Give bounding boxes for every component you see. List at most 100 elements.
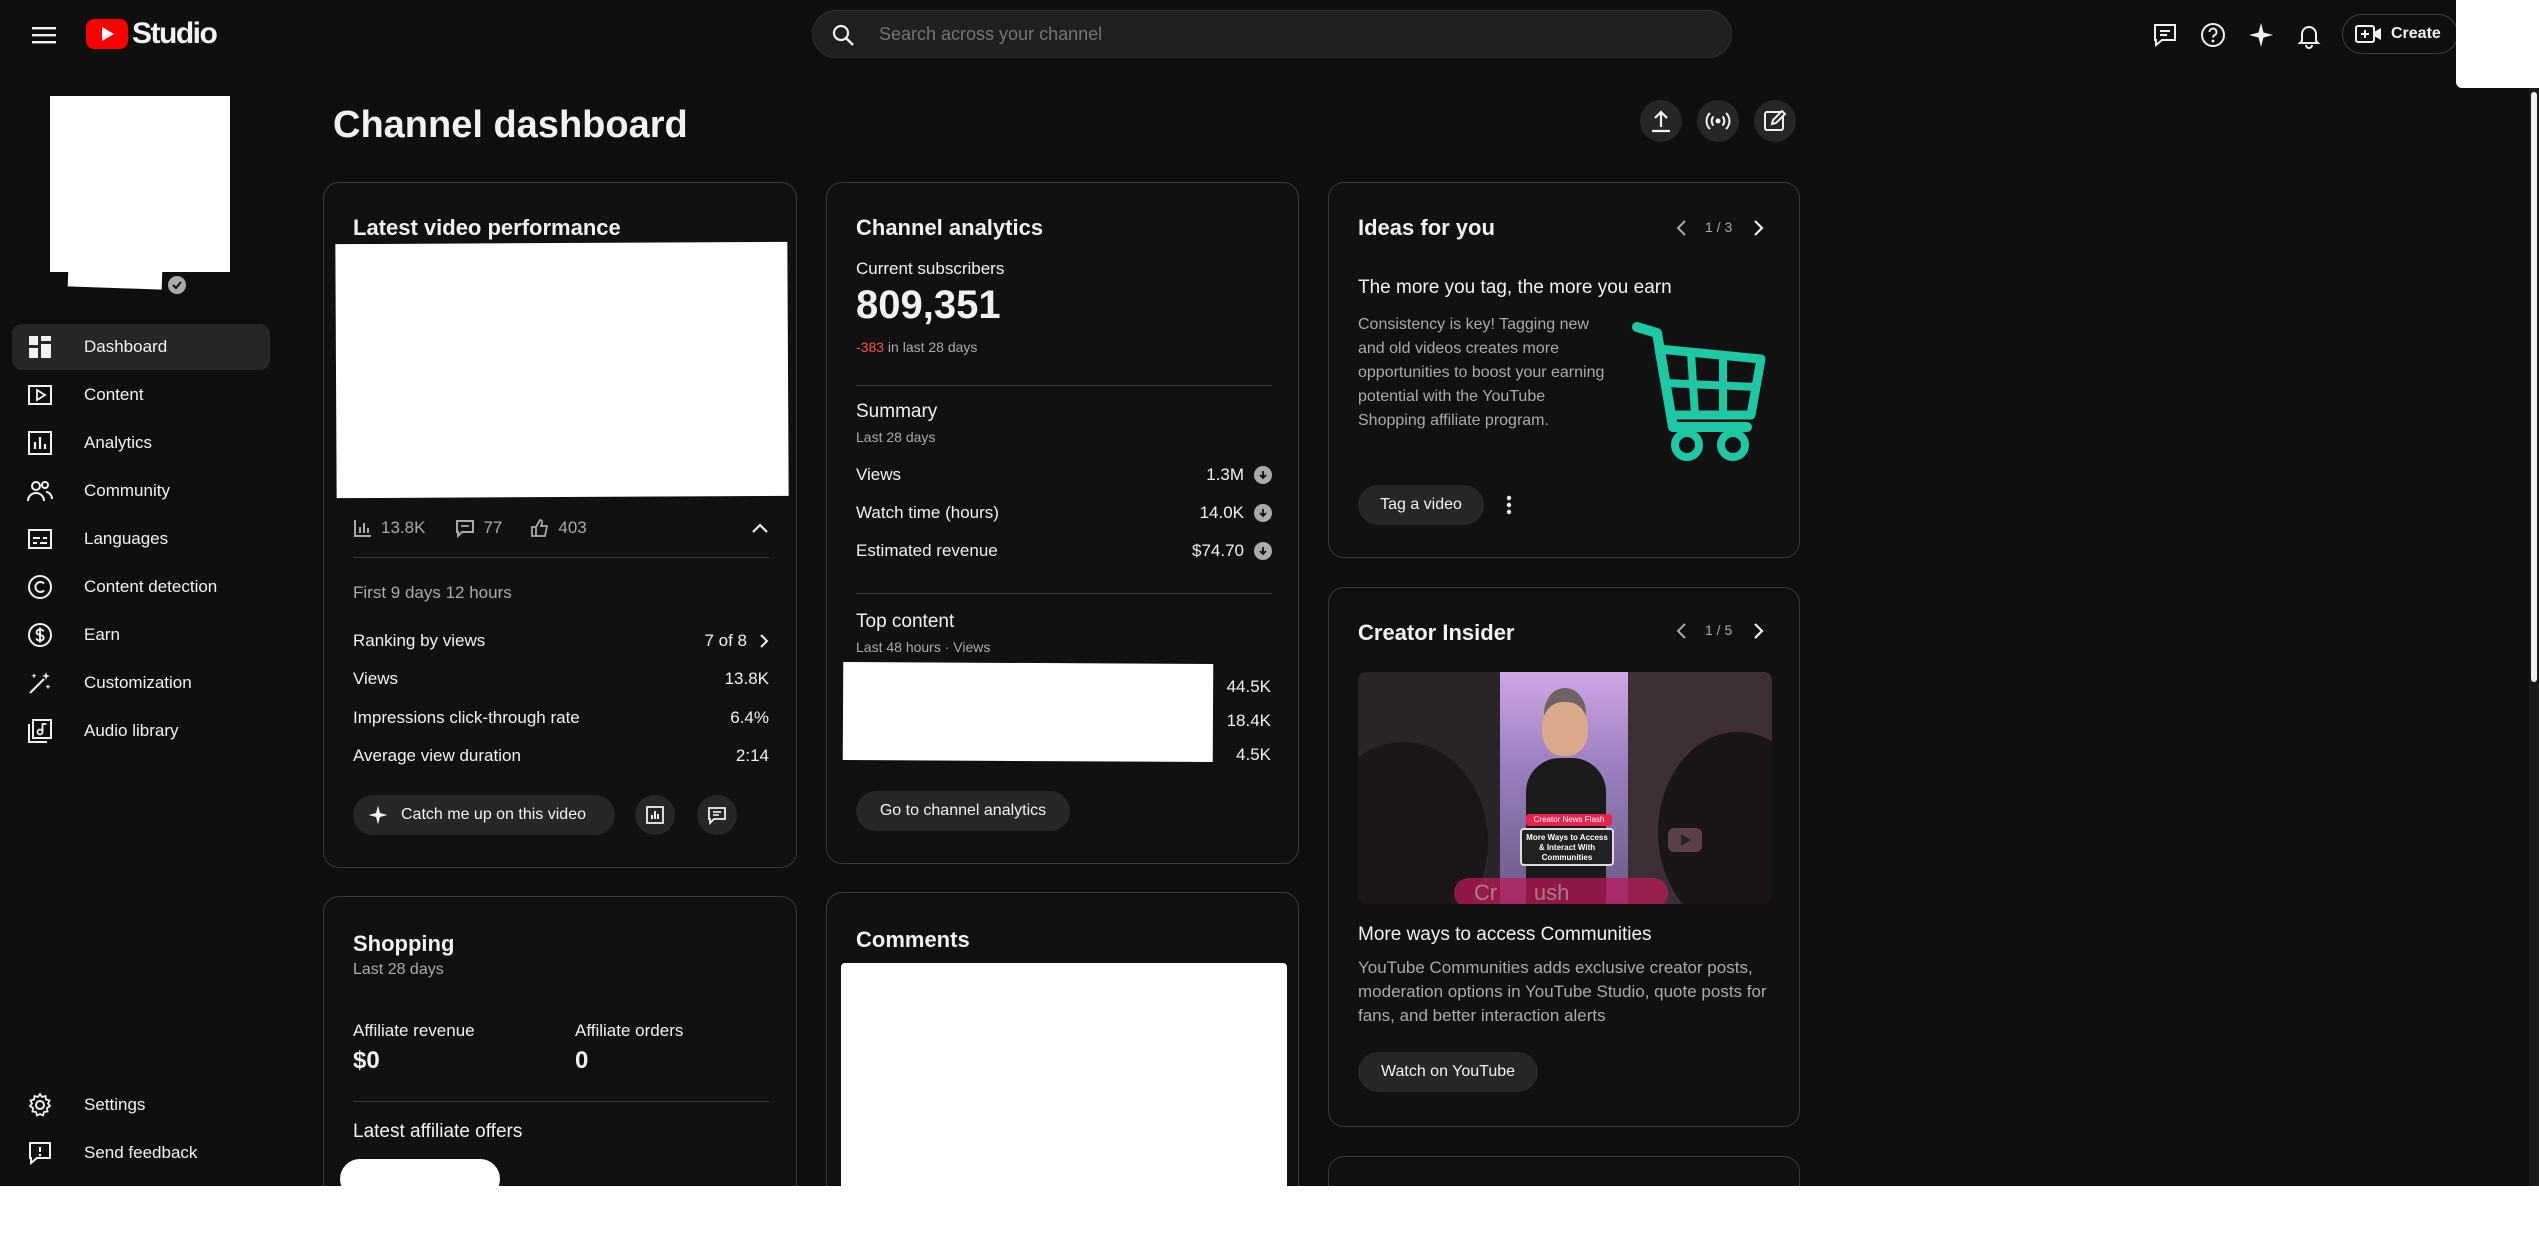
- comments-list[interactable]: [841, 963, 1287, 1186]
- sidebar-item-audio-library[interactable]: Audio library: [12, 708, 270, 754]
- scrollbar-thumb[interactable]: [2531, 92, 2537, 682]
- gear-icon: [28, 1092, 52, 1117]
- thumbnail-caption: More Ways to Access & Interact With Comm…: [1520, 828, 1614, 866]
- sidebar-item-earn[interactable]: Earn: [12, 612, 270, 658]
- channel-avatar[interactable]: [46, 94, 232, 298]
- chevron-up-icon[interactable]: [751, 522, 769, 534]
- chevron-right-icon[interactable]: [1753, 219, 1765, 237]
- insider-video-thumbnail[interactable]: Creator News Flash More Ways to Access &…: [1358, 672, 1772, 904]
- sparkle-icon[interactable]: [2244, 18, 2278, 52]
- next-card: [1328, 1156, 1800, 1186]
- chevron-right-icon: [760, 634, 769, 648]
- sidebar-item-settings[interactable]: Settings: [12, 1082, 270, 1128]
- feedback-messages-icon[interactable]: [2148, 18, 2182, 52]
- search-box[interactable]: [812, 10, 1732, 58]
- audio-library-icon: [28, 719, 52, 743]
- sidebar-item-customization[interactable]: Customization: [12, 660, 270, 706]
- views-value: 13.8K: [724, 669, 769, 688]
- youtube-logo-icon: [1668, 828, 1702, 852]
- sidebar-item-label: Analytics: [84, 433, 153, 452]
- magic-wand-icon: [29, 672, 51, 694]
- summary-views-row[interactable]: Views 1.3M: [856, 463, 1272, 487]
- subscribers-count: 809,351: [856, 283, 1001, 327]
- summary-title: Summary: [856, 401, 938, 422]
- chevron-right-icon[interactable]: [1753, 622, 1765, 640]
- account-avatar[interactable]: [2456, 0, 2539, 88]
- page-title: Channel dashboard: [333, 104, 688, 146]
- subscribers-change: -383 in last 28 days: [856, 339, 977, 355]
- search-input[interactable]: [879, 21, 1699, 47]
- affiliate-orders-label: Affiliate orders: [575, 1021, 684, 1040]
- top-content-thumbnails[interactable]: [842, 662, 1214, 762]
- video-period: First 9 days 12 hours: [353, 583, 512, 602]
- go-to-analytics-button[interactable]: Go to channel analytics: [856, 791, 1070, 831]
- video-thumbnail[interactable]: [335, 241, 789, 499]
- summary-watch-row[interactable]: Watch time (hours) 14.0K: [856, 501, 1272, 525]
- sidebar-item-community[interactable]: Community: [12, 468, 270, 514]
- chevron-left-icon[interactable]: [1675, 622, 1687, 640]
- subscribers-label: Current subscribers: [856, 259, 1005, 278]
- create-button[interactable]: Create: [2342, 14, 2458, 54]
- video-views-count: 13.8K: [381, 518, 426, 537]
- views-bar-chart-icon: [354, 520, 371, 537]
- languages-icon: [28, 529, 52, 549]
- creator-insider-card: Creator Insider 1 / 5 Creator News Flash…: [1328, 587, 1800, 1127]
- scrollbar-track[interactable]: [2529, 88, 2539, 1186]
- more-options-icon[interactable]: [1497, 489, 1521, 521]
- copyright-icon: [28, 575, 52, 599]
- subscribers-change-suffix: in last 28 days: [887, 339, 978, 355]
- live-broadcast-icon: [1705, 112, 1731, 130]
- watch-on-youtube-button[interactable]: Watch on YouTube: [1358, 1052, 1538, 1092]
- top-content-value-2: 18.4K: [1226, 711, 1271, 730]
- video-comments-button[interactable]: [697, 795, 737, 835]
- top-content-title: Top content: [856, 611, 955, 632]
- create-post-button[interactable]: [1754, 100, 1796, 142]
- affiliate-offer-item[interactable]: [340, 1159, 500, 1186]
- channel-analytics-card: Channel analytics Current subscribers 80…: [826, 182, 1299, 864]
- sidebar-item-label: Languages: [84, 529, 169, 548]
- analytics-icon: [28, 431, 52, 455]
- chevron-left-icon[interactable]: [1675, 219, 1687, 237]
- go-live-button[interactable]: [1697, 100, 1739, 142]
- help-icon[interactable]: [2196, 18, 2230, 52]
- summary-watch-value: 14.0K: [1199, 503, 1244, 522]
- top-content-value-3: 4.5K: [1236, 745, 1271, 764]
- insider-title: Creator Insider: [1358, 620, 1515, 645]
- youtube-logo-icon: [86, 19, 128, 49]
- ranking-row[interactable]: Ranking by views 7 of 8: [353, 629, 769, 653]
- down-arrow-icon: [1254, 542, 1272, 560]
- subscribers-change-value: -383: [856, 339, 885, 355]
- menu-icon[interactable]: [26, 20, 62, 50]
- sidebar-item-content[interactable]: Content: [12, 372, 270, 418]
- sidebar-item-send-feedback[interactable]: Send feedback: [12, 1130, 270, 1176]
- notifications-bell-icon[interactable]: [2292, 18, 2326, 52]
- thumbnail-badge: Creator News Flash: [1526, 814, 1612, 826]
- comment-icon: [456, 520, 475, 538]
- insider-video-title: More ways to access Communities: [1358, 924, 1652, 945]
- dollar-icon: [28, 623, 52, 647]
- sidebar-item-analytics[interactable]: Analytics: [12, 420, 270, 466]
- tag-a-video-button[interactable]: Tag a video: [1358, 485, 1484, 525]
- sidebar-item-label: Community: [84, 481, 170, 500]
- catch-me-up-button[interactable]: Catch me up on this video: [353, 795, 615, 835]
- sidebar-item-dashboard[interactable]: Dashboard: [12, 324, 270, 370]
- sidebar-item-label: Content detection: [84, 577, 218, 596]
- upload-button[interactable]: [1640, 100, 1682, 142]
- create-label: Create: [2391, 25, 2441, 42]
- insider-pager: 1 / 5: [1705, 622, 1733, 638]
- shopping-cart-icon: [1632, 322, 1766, 461]
- verified-badge-icon: [168, 276, 186, 294]
- summary-revenue-row[interactable]: Estimated revenue $74.70: [856, 539, 1272, 563]
- app-window: Studio Create Dashboard Content Analytics C…: [0, 0, 2539, 1186]
- video-analytics-button[interactable]: [635, 795, 675, 835]
- comments-card: Comments: [826, 892, 1299, 1186]
- sidebar-item-label: Audio library: [84, 721, 179, 740]
- video-likes-count: 403: [558, 518, 587, 537]
- sidebar-item-languages[interactable]: Languages: [12, 516, 270, 562]
- logo-text: Studio: [132, 17, 218, 50]
- sidebar-item-label: Earn: [84, 625, 120, 644]
- sidebar-item-content-detection[interactable]: Content detection: [12, 564, 270, 610]
- studio-logo[interactable]: Studio: [86, 16, 218, 52]
- summary-rows: Views 1.3M Watch time (hours) 14.0K Estima…: [856, 463, 1272, 573]
- shopping-title: Shopping: [353, 931, 455, 956]
